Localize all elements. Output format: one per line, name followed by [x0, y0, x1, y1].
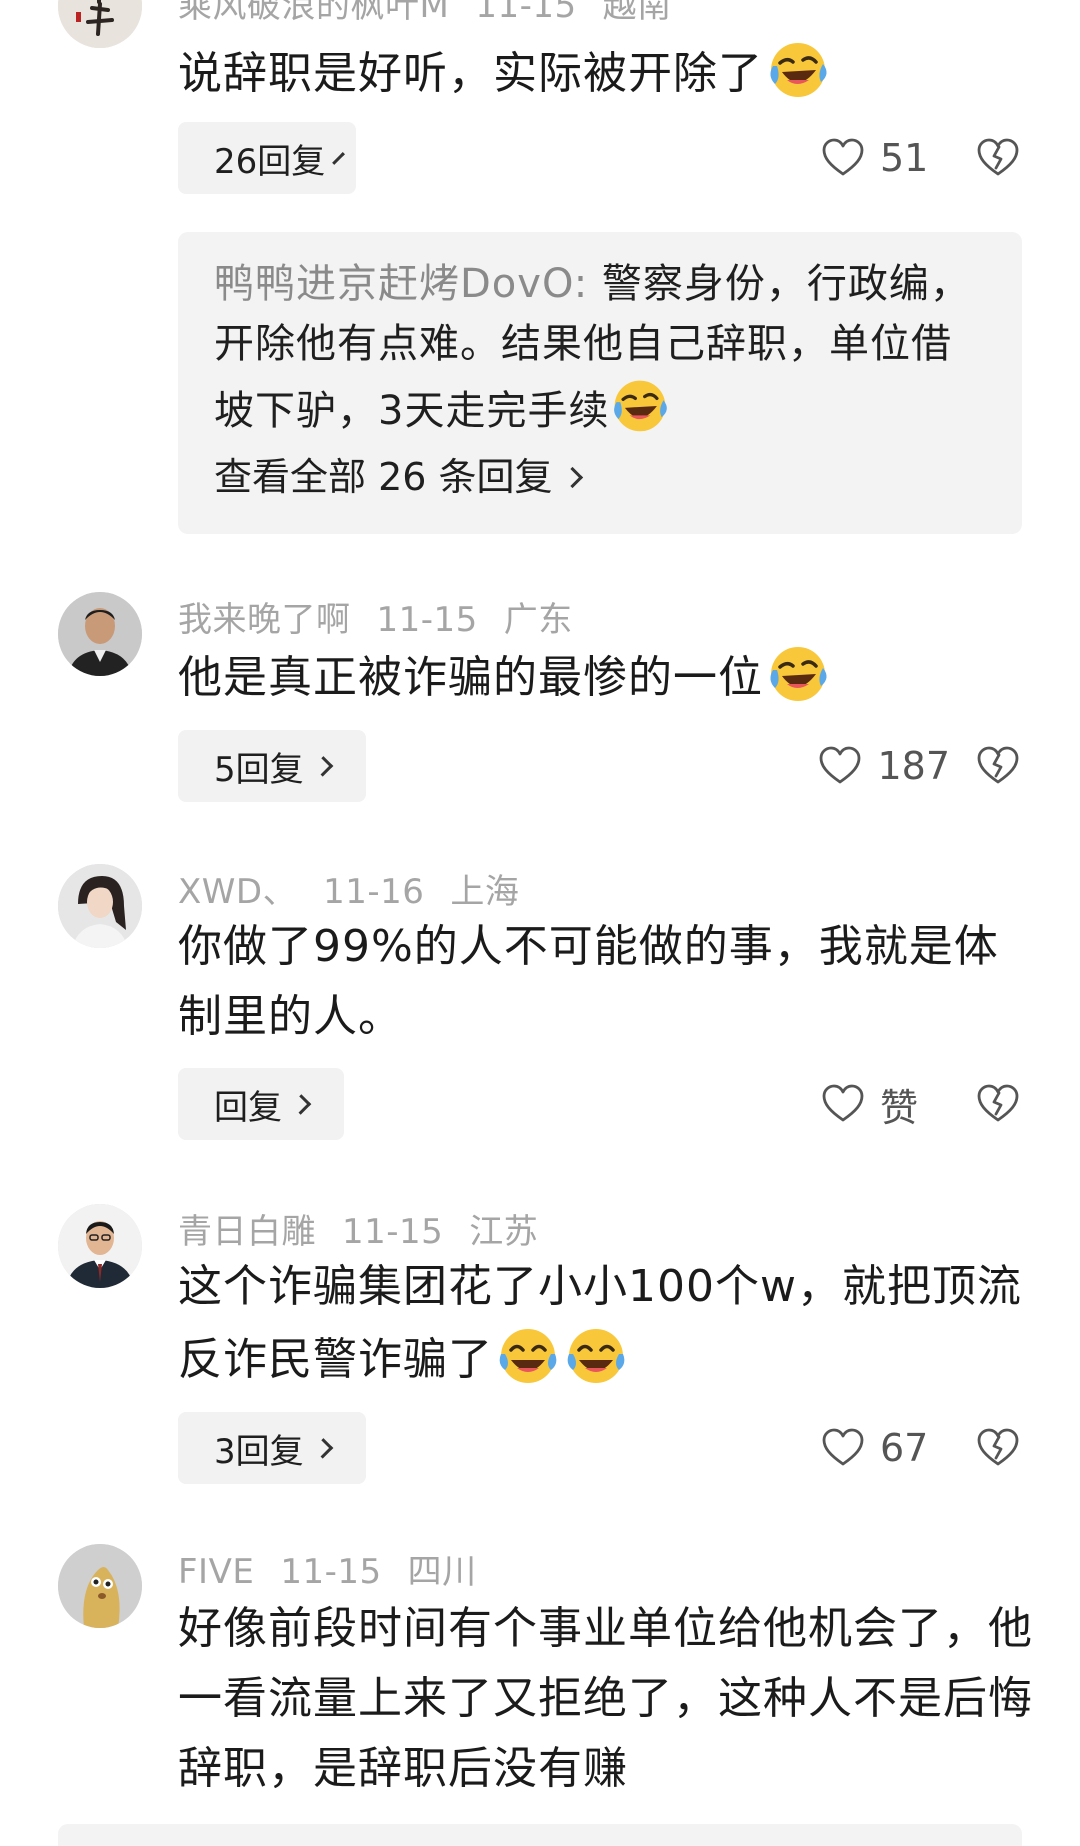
calligraphy-avatar-icon: [58, 0, 142, 48]
broken-heart-icon: [977, 1428, 1019, 1466]
like-button[interactable]: 67: [820, 1412, 950, 1484]
comment-text-content: 你做了99%的人不可能做的事，我就是体制里的人。: [178, 921, 999, 1042]
comment-text: 说辞职是好听，实际被开除了: [178, 36, 1038, 109]
comment-text-content: 好像前段时间有个事业单位给他机会了，他一看流量上来了又拒绝了，这种人不是后悔辞职…: [178, 1603, 1033, 1794]
comment-text: 这个诈骗集团花了小小100个w，就把顶流反诈民警诈骗了: [178, 1252, 1038, 1395]
comment-feed: 乘风破浪的枫叶M 11-15 越南 说辞职是好听，实际被开除了 26回复 51 鸭鸭…: [0, 0, 1080, 1846]
heart-outline-icon: [822, 1084, 864, 1122]
cartoon-avatar-icon: [58, 1544, 142, 1628]
broken-heart-icon: [977, 138, 1019, 176]
heart-outline-icon: [822, 138, 864, 176]
username[interactable]: 青日白雕: [178, 1212, 316, 1252]
reply-preview-text: 鸭鸭进京赶烤DovO: 警察身份，行政编，开除他有点难。结果他自己辞职，单位借坡…: [214, 254, 986, 441]
reply-label: 回复: [214, 1087, 282, 1128]
avatar[interactable]: [58, 0, 142, 48]
like-count: 187: [877, 744, 950, 788]
comment-date: 11-15: [376, 600, 478, 640]
username[interactable]: XWD、: [178, 872, 297, 912]
view-replies-button[interactable]: 3回复: [178, 1412, 366, 1484]
broken-heart-icon: [977, 746, 1019, 784]
username[interactable]: 乘风破浪的枫叶M: [178, 0, 449, 26]
comment-date: 11-15: [342, 1212, 444, 1252]
laugh-cry-emoji: [765, 640, 831, 706]
dislike-button[interactable]: [975, 122, 1021, 194]
like-button[interactable]: 51: [820, 122, 950, 194]
chevron-right-icon: [332, 152, 346, 165]
dislike-button[interactable]: [975, 1068, 1021, 1140]
next-reply-preview-box: [58, 1824, 1022, 1846]
like-button[interactable]: 187: [817, 730, 950, 802]
comment-meta: 乘风破浪的枫叶M 11-15 越南: [178, 0, 698, 27]
comment-meta: 我来晚了啊 11-15 广东: [178, 592, 599, 641]
comment-location: 四川: [407, 1552, 477, 1592]
laugh-cry-emoji: [765, 36, 831, 102]
comment-text: 好像前段时间有个事业单位给他机会了，他一看流量上来了又拒绝了，这种人不是后悔辞职…: [178, 1594, 1038, 1804]
woman-portrait-avatar-icon: [58, 864, 142, 948]
comment-location: 上海: [450, 872, 520, 912]
dislike-button[interactable]: [975, 1412, 1021, 1484]
comment-text: 你做了99%的人不可能做的事，我就是体制里的人。: [178, 912, 1038, 1052]
chevron-right-icon: [312, 1438, 334, 1459]
laugh-cry-emoji: [609, 374, 671, 436]
reply-button[interactable]: 回复: [178, 1068, 344, 1140]
comment-location: 越南: [602, 0, 672, 26]
view-all-label: 查看全部 26 条回复: [214, 455, 553, 499]
reply-preview-box[interactable]: 鸭鸭进京赶烤DovO: 警察身份，行政编，开除他有点难。结果他自己辞职，单位借坡…: [178, 232, 1022, 534]
comment-text-content: 他是真正被诈骗的最惨的一位: [178, 652, 763, 703]
like-count: 51: [880, 136, 929, 180]
view-replies-button[interactable]: 26回复: [178, 122, 356, 194]
reply-count-label: 26回复: [214, 141, 326, 182]
comment-location: 江苏: [469, 1212, 539, 1252]
comment-date: 11-15: [280, 1552, 382, 1592]
username[interactable]: 我来晚了啊: [178, 600, 351, 640]
comment-meta: FIVE 11-15 四川: [178, 1544, 503, 1593]
view-replies-button[interactable]: 5回复: [178, 730, 366, 802]
avatar[interactable]: [58, 864, 142, 948]
username[interactable]: FIVE: [178, 1552, 254, 1592]
man-portrait-avatar-icon: [58, 592, 142, 676]
comment-meta: XWD、 11-16 上海: [178, 864, 545, 913]
avatar[interactable]: [58, 1544, 142, 1628]
reply-count-label: 5回复: [214, 749, 304, 790]
avatar[interactable]: [58, 1204, 142, 1288]
comment-meta: 青日白雕 11-15 江苏: [178, 1204, 564, 1253]
reply-author[interactable]: 鸭鸭进京赶烤DovO:: [214, 261, 588, 307]
tears-of-joy-emoji: [563, 1322, 629, 1388]
man-suit-avatar-icon: [58, 1204, 142, 1288]
chevron-right-icon: [561, 466, 583, 489]
comment-date: 11-15: [475, 0, 577, 26]
like-label: 赞: [880, 1085, 919, 1130]
like-count: 67: [880, 1426, 929, 1470]
like-button[interactable]: 赞: [820, 1068, 950, 1140]
heart-outline-icon: [822, 1428, 864, 1466]
comment-location: 广东: [503, 600, 573, 640]
chevron-right-icon: [290, 1094, 312, 1115]
dislike-button[interactable]: [975, 730, 1021, 802]
comment-text: 他是真正被诈骗的最惨的一位: [178, 640, 1038, 713]
heart-outline-icon: [820, 746, 861, 784]
chevron-right-icon: [312, 756, 334, 777]
reply-count-label: 3回复: [214, 1431, 304, 1472]
comment-date: 11-16: [323, 872, 425, 912]
view-all-replies-link[interactable]: 查看全部 26 条回复: [214, 447, 583, 507]
comment-text-content: 说辞职是好听，实际被开除了: [178, 48, 763, 99]
broken-heart-icon: [977, 1084, 1019, 1122]
avatar[interactable]: [58, 592, 142, 676]
tears-of-joy-emoji: [495, 1322, 561, 1388]
